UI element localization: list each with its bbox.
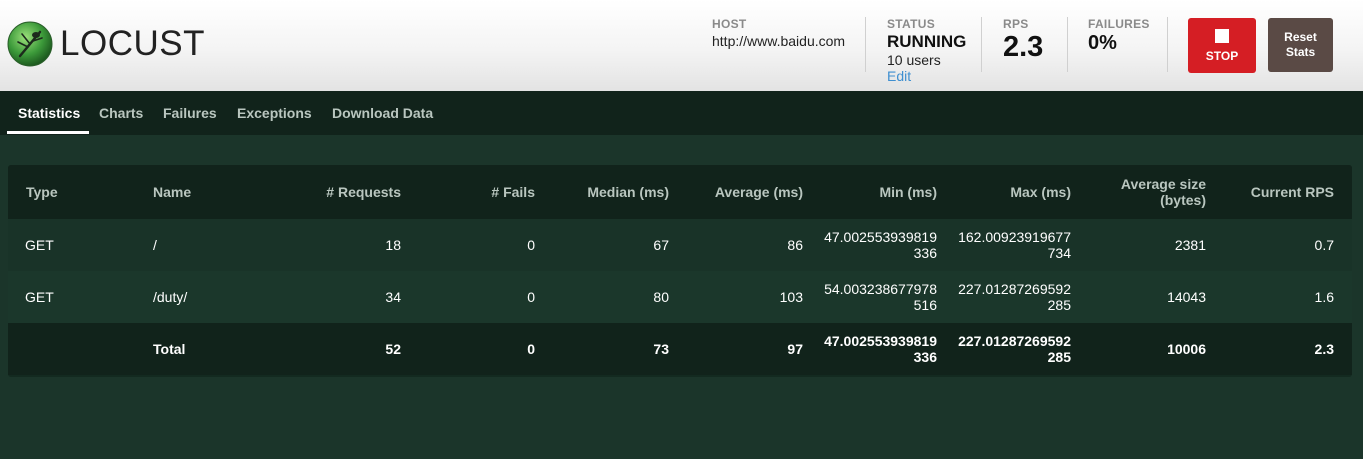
failures-label: FAILURES: [1088, 17, 1150, 31]
cell-min: 47.002553939819 336: [803, 219, 937, 271]
host-box: HOST http://www.baidu.com: [712, 17, 845, 49]
cell-average: 97: [669, 323, 803, 375]
col-average[interactable]: Average (ms): [669, 165, 803, 219]
cell-max-line1: 227.01287269592: [958, 281, 1071, 297]
cell-max: 162.00923919677 734: [937, 219, 1071, 271]
col-fails[interactable]: # Fails: [401, 165, 535, 219]
host-label: HOST: [712, 17, 747, 31]
stop-icon: [1215, 28, 1229, 43]
cell-fails: 0: [401, 271, 535, 323]
locust-logo-icon: [7, 21, 53, 67]
tab-exceptions[interactable]: Exceptions: [237, 91, 312, 135]
cell-max-line1: 162.00923919677: [958, 229, 1071, 245]
cell-type: GET: [8, 219, 153, 271]
divider: [1167, 17, 1168, 72]
rps-box: RPS 2.3: [1003, 17, 1043, 64]
col-current-rps[interactable]: Current RPS: [1206, 165, 1352, 219]
failures-box: FAILURES 0%: [1088, 17, 1150, 55]
cell-min-line1: 54.003238677978: [824, 281, 937, 297]
cell-requests: 52: [283, 323, 401, 375]
cell-max-line2: 285: [1047, 349, 1071, 365]
table-row: GET /duty/ 34 0 80 103 54.003238677978 5…: [8, 271, 1352, 323]
cell-max: 227.01287269592 285: [937, 323, 1071, 375]
status-value: RUNNING: [887, 32, 967, 51]
cell-min-line2: 516: [913, 297, 937, 313]
rps-value: 2.3: [1003, 31, 1044, 63]
cell-min: 47.002553939819 336: [803, 323, 937, 375]
cell-fails: 0: [401, 219, 535, 271]
host-value: http://www.baidu.com: [712, 33, 846, 49]
cell-min-line2: 336: [913, 349, 937, 365]
cell-fails: 0: [401, 323, 535, 375]
top-header: LOCUST HOST http://www.baidu.com STATUS …: [0, 0, 1363, 91]
rps-label: RPS: [1003, 17, 1029, 31]
col-requests[interactable]: # Requests: [283, 165, 401, 219]
cell-average-size: 2381: [1071, 219, 1206, 271]
divider: [865, 17, 866, 72]
cell-name: /duty/: [153, 271, 283, 323]
cell-current-rps: 2.3: [1206, 323, 1352, 375]
col-average-size-line2: (bytes): [1160, 192, 1206, 208]
cell-type: [8, 323, 153, 375]
cell-median: 73: [535, 323, 669, 375]
cell-requests: 18: [283, 219, 401, 271]
cell-name: /: [153, 219, 283, 271]
col-average-size[interactable]: Average size (bytes): [1071, 165, 1206, 219]
status-label: STATUS: [887, 17, 936, 31]
cell-type: GET: [8, 271, 153, 323]
stop-label: STOP: [1205, 48, 1239, 63]
cell-average: 86: [669, 219, 803, 271]
cell-min: 54.003238677978 516: [803, 271, 937, 323]
stop-button[interactable]: STOP: [1188, 18, 1256, 73]
cell-average-size: 14043: [1071, 271, 1206, 323]
cell-max-line2: 734: [1047, 245, 1071, 261]
cell-min-line1: 47.002553939819: [824, 229, 937, 245]
divider: [1067, 17, 1068, 72]
user-count: 10 users: [887, 52, 941, 68]
col-average-size-line1: Average size: [1120, 176, 1206, 192]
status-box: STATUS RUNNING 10 users Edit: [887, 17, 966, 84]
cell-min-line1: 47.002553939819: [824, 333, 937, 349]
divider: [981, 17, 982, 72]
col-type[interactable]: Type: [8, 165, 153, 219]
table-row: GET / 18 0 67 86 47.002553939819 336 162…: [8, 219, 1352, 271]
statistics-table-container: Type Name # Requests # Fails Median (ms)…: [8, 165, 1352, 377]
reset-label-line2: Stats: [1285, 45, 1316, 59]
cell-max: 227.01287269592 285: [937, 271, 1071, 323]
cell-requests: 34: [283, 271, 401, 323]
locust-logo[interactable]: LOCUST: [6, 19, 205, 69]
cell-current-rps: 1.6: [1206, 271, 1352, 323]
col-name[interactable]: Name: [153, 165, 283, 219]
tab-failures[interactable]: Failures: [163, 91, 217, 135]
edit-link[interactable]: Edit: [887, 68, 966, 84]
cell-median: 80: [535, 271, 669, 323]
statistics-table: Type Name # Requests # Fails Median (ms)…: [8, 165, 1352, 375]
tab-bar: Statistics Charts Failures Exceptions Do…: [0, 91, 1363, 135]
reset-label-line1: Reset: [1284, 30, 1317, 44]
failures-value: 0%: [1088, 32, 1117, 54]
cell-min-line2: 336: [913, 245, 937, 261]
table-header-row: Type Name # Requests # Fails Median (ms)…: [8, 165, 1352, 219]
cell-median: 67: [535, 219, 669, 271]
cell-average-size: 10006: [1071, 323, 1206, 375]
active-tab-indicator: [7, 131, 89, 134]
total-row: Total 52 0 73 97 47.002553939819 336 227…: [8, 323, 1352, 375]
cell-name: Total: [153, 323, 283, 375]
col-median[interactable]: Median (ms): [535, 165, 669, 219]
col-max[interactable]: Max (ms): [937, 165, 1071, 219]
tab-statistics[interactable]: Statistics: [18, 91, 80, 135]
logo-text: LOCUST: [60, 24, 205, 63]
cell-average: 103: [669, 271, 803, 323]
col-min[interactable]: Min (ms): [803, 165, 937, 219]
cell-max-line2: 285: [1047, 297, 1071, 313]
tab-download-data[interactable]: Download Data: [332, 91, 433, 135]
cell-max-line1: 227.01287269592: [958, 333, 1071, 349]
tab-charts[interactable]: Charts: [99, 91, 143, 135]
cell-current-rps: 0.7: [1206, 219, 1352, 271]
reset-stats-button[interactable]: Reset Stats: [1268, 18, 1333, 72]
